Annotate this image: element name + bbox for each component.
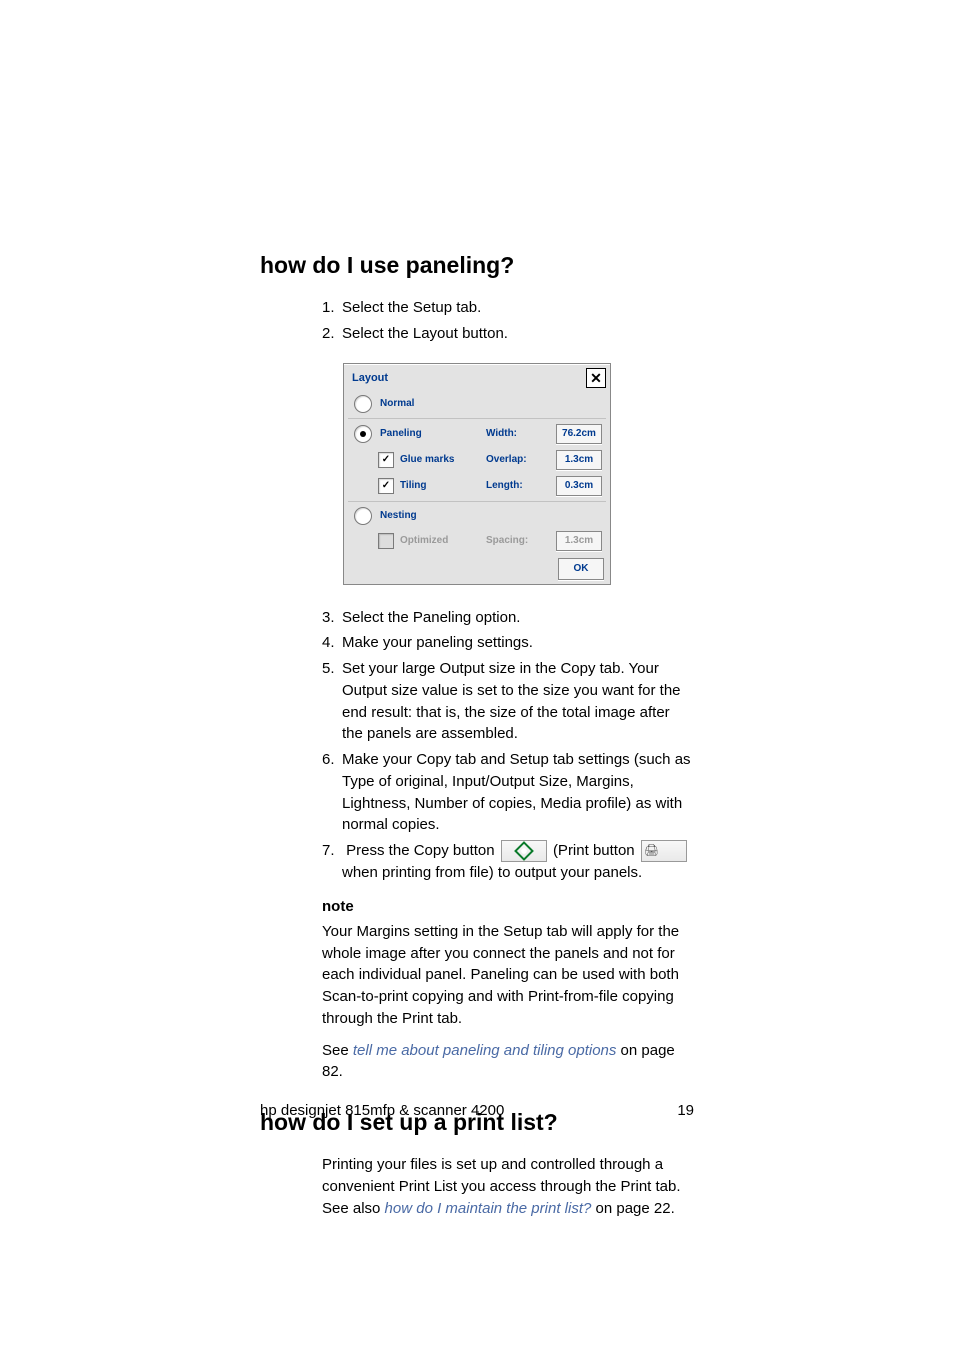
label-optimized: Optimized [400,535,448,546]
step-1: 1.Select the Setup tab. [322,297,694,319]
printlist-body: Printing your files is set up and contro… [322,1154,694,1219]
field-overlap[interactable]: 1.3cm [556,450,602,470]
footer-left: hp designjet 815mfp & scanner 4200 [260,1102,504,1119]
footer-page-number: 19 [677,1102,694,1119]
step-4: 4.Make your paneling settings. [322,632,694,654]
steps-list-2: 3.Select the Paneling option. 4.Make you… [322,607,694,884]
printlist-post: on page 22. [591,1200,674,1217]
step-2: 2.Select the Layout button. [322,323,694,345]
step-2-text: Select the Layout button. [342,325,508,342]
checkbox-optimized [378,533,394,549]
step-3-text: Select the Paneling option. [342,609,520,626]
field-length[interactable]: 0.3cm [556,476,602,496]
step-5-text: Set your large Output size in the Copy t… [342,660,681,742]
step-5: 5.Set your large Output size in the Copy… [322,658,694,745]
checkbox-tiling[interactable] [378,478,394,494]
step-6-text: Make your Copy tab and Setup tab setting… [342,751,691,833]
step-1-text: Select the Setup tab. [342,299,481,316]
note-body: Your Margins setting in the Setup tab wi… [322,921,694,1030]
close-icon: ✕ [590,371,602,385]
label-overlap: Overlap: [486,454,527,465]
label-glue-marks: Glue marks [400,454,454,465]
step-3: 3.Select the Paneling option. [322,607,694,629]
step-4-text: Make your paneling settings. [342,634,533,651]
see-pre: See [322,1042,353,1059]
label-nesting: Nesting [380,510,417,521]
print-button-icon: 🖨 [641,840,687,862]
label-normal: Normal [380,398,414,409]
step-7: 7. Press the Copy button (Print button 🖨… [322,840,694,884]
note-see: See tell me about paneling and tiling op… [322,1040,694,1084]
checkbox-glue-marks[interactable] [378,452,394,468]
close-button[interactable]: ✕ [586,368,606,388]
heading-paneling: how do I use paneling? [260,252,694,279]
radio-normal[interactable] [354,395,372,413]
step-7-text-b: (Print button [553,842,635,859]
label-width: Width: [486,428,517,439]
label-spacing: Spacing: [486,535,528,546]
see-link[interactable]: tell me about paneling and tiling option… [353,1042,617,1059]
radio-nesting[interactable] [354,507,372,525]
label-paneling: Paneling [380,428,422,439]
label-tiling: Tiling [400,480,426,491]
field-spacing: 1.3cm [556,531,602,551]
ok-button[interactable]: OK [558,558,604,580]
printlist-link[interactable]: how do I maintain the print list? [385,1200,592,1217]
step-6: 6.Make your Copy tab and Setup tab setti… [322,749,694,836]
copy-button-icon [501,840,547,862]
field-width[interactable]: 76.2cm [556,424,602,444]
label-length: Length: [486,480,523,491]
step-7-text-c: when printing from file) to output your … [342,864,642,881]
radio-paneling[interactable] [354,425,372,443]
dialog-title: Layout [352,372,388,384]
steps-list-1: 1.Select the Setup tab. 2.Select the Lay… [322,297,694,345]
note-heading: note [322,898,694,915]
diamond-icon [514,841,534,861]
layout-dialog: Layout ✕ Normal Paneling Width: 76.2cm [343,363,611,585]
step-7-text-a: Press the Copy button [346,842,494,859]
